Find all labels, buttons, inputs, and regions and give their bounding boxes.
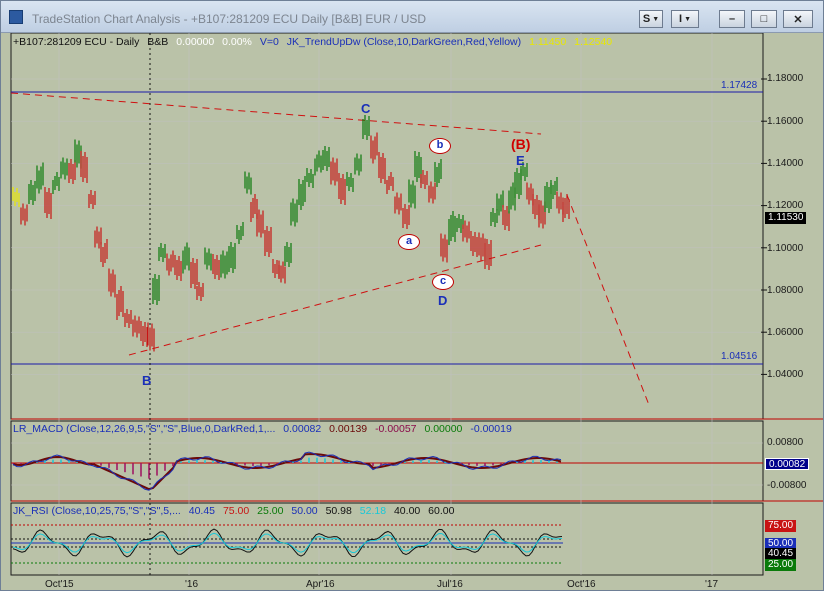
symbol-menu-button[interactable]: S ▼ bbox=[639, 10, 663, 28]
x-tick-17: '17 bbox=[705, 579, 719, 590]
chevron-down-icon: ▼ bbox=[684, 15, 691, 23]
x-tick-16: '16 bbox=[185, 579, 199, 590]
x-tick-jul16: Jul'16 bbox=[437, 579, 463, 590]
chevron-down-icon: ▼ bbox=[652, 15, 660, 23]
x-tick-oct15: Oct'15 bbox=[45, 579, 74, 590]
symbol-menu-label: S bbox=[642, 13, 651, 25]
rsi-value-6: 52.18 bbox=[359, 505, 387, 517]
wave-label-a-small: a bbox=[398, 234, 420, 250]
app-icon bbox=[9, 10, 23, 24]
axis-tick-112: 1.12000 bbox=[767, 200, 804, 211]
macd-value-1: 0.00082 bbox=[283, 423, 322, 435]
axis-tick-106: 1.06000 bbox=[767, 327, 804, 338]
title-bar[interactable]: TradeStation Chart Analysis - +B107:2812… bbox=[1, 1, 823, 33]
macd-name: LR_MACD (Close,12,26,9,5,"S","S",Blue,0,… bbox=[13, 423, 276, 435]
rsi-value-3: 25.00 bbox=[257, 505, 284, 517]
macd-signal-line bbox=[12, 453, 562, 491]
macd-tick-top: 0.00800 bbox=[767, 437, 804, 448]
close-button[interactable]: ✕ bbox=[783, 10, 813, 28]
x-tick-oct16: Oct'16 bbox=[567, 579, 596, 590]
window-title: TradeStation Chart Analysis - +B107:2812… bbox=[32, 12, 427, 26]
macd-value-4: 0.00000 bbox=[424, 423, 463, 435]
indicator-value-1: 1.11450 bbox=[529, 36, 567, 48]
trendline-lower bbox=[128, 244, 542, 356]
rsi-legend: JK_RSI (Close,10,25,75,"S","S",5,... 40.… bbox=[13, 505, 459, 517]
level-label-top: 1.17428 bbox=[721, 80, 758, 91]
change-value: 0.00000 bbox=[176, 36, 215, 48]
axis-tick-110: 1.10000 bbox=[767, 243, 804, 254]
wave-label-b: B bbox=[142, 373, 152, 388]
macd-value-3: -0.00057 bbox=[375, 423, 417, 435]
session-label: B&B bbox=[147, 36, 169, 48]
rsi-tag-25: 25.00 bbox=[765, 559, 797, 571]
axis-tick-104: 1.04000 bbox=[767, 369, 804, 380]
macd-tick-bottom: -0.00800 bbox=[767, 480, 807, 491]
x-tick-apr16: Apr'16 bbox=[306, 579, 335, 590]
rsi-value-7: 40.00 bbox=[393, 505, 421, 517]
axis-tick-108: 1.08000 bbox=[767, 285, 804, 296]
indicator-name: JK_TrendUpDw (Close,10,DarkGreen,Red,Yel… bbox=[286, 36, 522, 48]
macd-line bbox=[12, 451, 562, 491]
volume-value: V=0 bbox=[259, 36, 279, 48]
macd-legend: LR_MACD (Close,12,26,9,5,"S","S",Blue,0,… bbox=[13, 423, 517, 435]
symbol-label: +B107:281209 ECU - Daily bbox=[13, 36, 140, 48]
price-panel-frame bbox=[10, 33, 764, 420]
wave-label-c-small: c bbox=[432, 274, 454, 290]
axis-tick-118: 1.18000 bbox=[767, 73, 804, 84]
trendline-upper bbox=[10, 92, 542, 135]
wave-label-b-small: b bbox=[429, 138, 451, 154]
chart-window: TradeStation Chart Analysis - +B107:2812… bbox=[0, 0, 824, 591]
indicator-menu-label: I bbox=[679, 13, 683, 25]
wave-label-d: D bbox=[438, 293, 448, 308]
projection-line bbox=[566, 194, 650, 406]
wave-label-big-b: (B) bbox=[511, 136, 531, 152]
rsi-name: JK_RSI (Close,10,25,75,"S","S",5,... bbox=[13, 505, 181, 517]
macd-value-5: -0.00019 bbox=[470, 423, 512, 435]
wave-label-e: E bbox=[516, 153, 525, 168]
level-label-bottom: 1.04516 bbox=[721, 351, 758, 362]
rsi-value-4: 50.00 bbox=[291, 505, 318, 517]
axis-tick-116: 1.16000 bbox=[767, 116, 804, 127]
wave-label-c: C bbox=[361, 101, 371, 116]
rsi-value-2: 75.00 bbox=[222, 505, 250, 517]
maximize-button[interactable]: □ bbox=[751, 10, 777, 28]
rsi-tag-75: 75.00 bbox=[765, 520, 797, 532]
indicator-value-2: 1.12540 bbox=[574, 36, 613, 48]
rsi-value-8: 60.00 bbox=[428, 505, 455, 517]
indicator-menu-button[interactable]: I ▼ bbox=[671, 10, 699, 28]
rsi-value-5: 50.98 bbox=[325, 505, 352, 517]
price-legend: +B107:281209 ECU - Daily B&B 0.00000 0.0… bbox=[13, 36, 617, 48]
rsi-value-1: 40.45 bbox=[188, 505, 216, 517]
last-price-tag: 1.11530 bbox=[765, 212, 807, 224]
minimize-button[interactable]: – bbox=[719, 10, 745, 28]
macd-value-2: 0.00139 bbox=[329, 423, 368, 435]
macd-value-tag: 0.00082 bbox=[765, 458, 810, 470]
change-pct: 0.00% bbox=[222, 36, 252, 48]
axis-tick-114: 1.14000 bbox=[767, 158, 804, 169]
chart-area[interactable]: +B107:281209 ECU - Daily B&B 0.00000 0.0… bbox=[1, 33, 823, 590]
